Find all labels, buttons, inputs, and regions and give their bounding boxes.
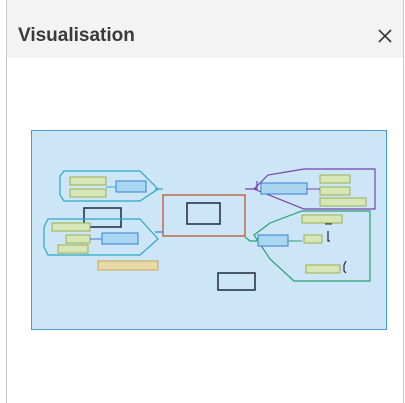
branch-top-left[interactable] <box>59 170 159 202</box>
leaf-node <box>305 264 341 274</box>
leaf-node <box>303 234 323 244</box>
floating-node[interactable] <box>217 272 256 291</box>
leaf-node <box>301 214 343 224</box>
central-node[interactable] <box>162 194 246 237</box>
branch-node <box>101 232 139 245</box>
panel-body <box>7 58 403 403</box>
branch-node <box>257 234 289 247</box>
branch-bottom-right[interactable] <box>253 210 371 282</box>
leaf-node <box>319 197 367 207</box>
panel-right-border <box>403 0 404 403</box>
leaf-node <box>51 222 91 232</box>
branch-top-right[interactable] <box>252 168 376 210</box>
mind-map-overview <box>43 168 376 291</box>
panel-title-bar: Visualisation <box>7 0 403 58</box>
branch-node <box>115 180 147 193</box>
close-button[interactable] <box>373 24 397 48</box>
panel-title: Visualisation <box>18 25 135 46</box>
leaf-node <box>69 188 107 198</box>
close-icon <box>378 29 392 43</box>
leaf-node <box>57 244 89 254</box>
map-overview-viewport[interactable] <box>31 130 387 330</box>
leaf-node <box>319 186 351 196</box>
leaf-node-tan[interactable] <box>97 260 159 271</box>
leaf-node <box>65 234 91 244</box>
leaf-node <box>69 176 107 186</box>
leaf-node <box>319 174 351 184</box>
visualisation-panel: Visualisation <box>0 0 405 403</box>
branch-node <box>260 182 308 195</box>
branch-bottom-left[interactable] <box>43 218 159 256</box>
